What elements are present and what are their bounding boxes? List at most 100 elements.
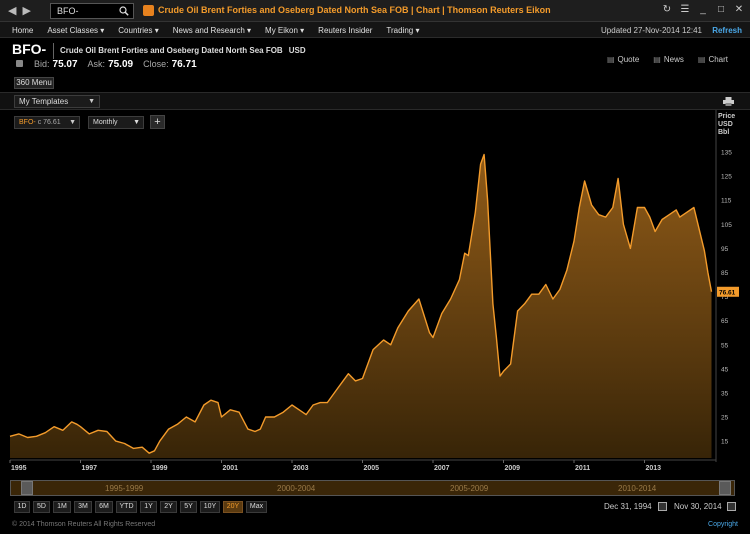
maximize-icon[interactable]: □ (716, 4, 726, 15)
range-button-20y[interactable]: 20Y (223, 501, 243, 513)
instrument-name-text: Crude Oil Brent Forties and Oseberg Date… (60, 46, 283, 55)
quote-link[interactable]: ▤ Quote (607, 55, 639, 64)
minimize-icon[interactable]: _ (698, 4, 708, 15)
back-arrow-icon[interactable]: ◀ (8, 4, 16, 18)
series-ric: BFO- (19, 119, 36, 126)
range-button-ytd[interactable]: YTD (116, 501, 137, 513)
instrument-name: Crude Oil Brent Forties and Oseberg Date… (60, 46, 306, 55)
chart-icon: ▤ (697, 55, 706, 64)
add-series-button[interactable]: + (150, 115, 165, 129)
x-tick-label: 2001 (223, 465, 239, 472)
interval-dropdown[interactable]: Monthly ▼ (88, 116, 144, 129)
interval-value: Monthly (93, 119, 118, 126)
refresh-icon[interactable]: ↻ (662, 4, 672, 15)
start-date-field[interactable]: Dec 31, 1994 (604, 501, 652, 513)
quote-icon: ▤ (606, 55, 615, 64)
menu-item-trading[interactable]: Trading ▾ (386, 26, 419, 35)
y-tick-label: 135 (721, 150, 732, 157)
y-tick-label: 25 (721, 415, 729, 422)
bid-label: Bid: (34, 59, 50, 69)
forward-arrow-icon[interactable]: ▶ (22, 4, 30, 18)
instrument-ric: BFO- (12, 41, 47, 57)
y-tick-label: 15 (721, 439, 729, 446)
calendar-icon[interactable] (727, 502, 736, 511)
close-label: Close: (143, 59, 169, 69)
range-button-1y[interactable]: 1Y (140, 501, 157, 513)
copyright-link[interactable]: Copyright (708, 521, 738, 528)
price-chart[interactable]: 1525354555657585951051151251351995 1997 19… (0, 110, 750, 480)
x-tick-label: 1997 (82, 465, 98, 472)
instrument-header: BFO- Crude Oil Brent Forties and Oseberg… (0, 38, 750, 92)
menu-icon[interactable]: ☰ (680, 4, 690, 15)
instrument-currency: USD (288, 46, 306, 55)
divider (53, 43, 54, 59)
range-button-2y[interactable]: 2Y (160, 501, 177, 513)
series-value: c 76.61 (37, 119, 61, 126)
navigator-label: 2000-2004 (277, 484, 316, 493)
menu-item-reuters-insider[interactable]: Reuters Insider (318, 26, 372, 35)
y-tick-label: 65 (721, 318, 729, 325)
chevron-down-icon: ▼ (88, 98, 95, 105)
range-button-6m[interactable]: 6M (95, 501, 113, 513)
x-tick-label: 1999 (152, 465, 168, 472)
refresh-link[interactable]: Refresh (712, 26, 742, 35)
navigator-label: 2010-2014 (618, 484, 657, 493)
range-button-max[interactable]: Max (246, 501, 267, 513)
quote-line: Bid: 75.07 Ask: 75.09 Close: 76.71 (16, 59, 204, 70)
chart-toolbar: BFO- c 76.61 ▼ Monthly ▼ + (0, 110, 715, 134)
end-date-field[interactable]: Nov 30, 2014 (674, 501, 722, 513)
news-link[interactable]: ▤ News (653, 55, 684, 64)
y-tick-label: 35 (721, 390, 729, 397)
print-icon[interactable] (723, 97, 734, 106)
close-value: 76.71 (171, 59, 197, 70)
menu-item-countries[interactable]: Countries ▾ (118, 26, 158, 35)
time-navigator[interactable]: 1995-1999 2000-2004 2005-2009 2010-2014 (10, 480, 735, 496)
range-bar: 1D 5D 1M 3M 6M YTD 1Y 2Y 5Y 10Y 20Y Max … (0, 500, 750, 514)
window-controls: ↻ ☰ _ □ ✕ (662, 4, 744, 15)
range-button-5d[interactable]: 5D (33, 501, 50, 513)
range-button-1m[interactable]: 1M (53, 501, 71, 513)
search-input-value: BFO- (57, 6, 79, 16)
menu-bar: Home Asset Classes ▾ Countries ▾ News an… (0, 22, 750, 38)
templates-dropdown-label: My Templates (19, 97, 69, 106)
chip-icon[interactable] (16, 60, 23, 67)
close-icon[interactable]: ✕ (734, 4, 744, 15)
calendar-icon[interactable] (658, 502, 667, 511)
copyright-text: © 2014 Thomson Reuters All Rights Reserv… (12, 521, 156, 528)
navigator-left-handle[interactable] (21, 481, 33, 495)
last-value-label: 76.61 (719, 289, 736, 296)
menu-360-button[interactable]: 360 Menu (14, 77, 54, 89)
app-logo-icon (143, 5, 154, 16)
range-button-3m[interactable]: 3M (74, 501, 92, 513)
navigator-right-handle[interactable] (719, 481, 731, 495)
navigator-label: 2005-2009 (450, 484, 489, 493)
news-icon: ▤ (653, 55, 661, 64)
x-tick-label: 2003 (293, 465, 309, 472)
navigator-label: 1995-1999 (105, 484, 144, 493)
menu-item-home[interactable]: Home (12, 26, 33, 35)
y-axis-label-text: Price USD Bbl (718, 113, 736, 136)
chart-layer: 1525354555657585951051151251351995 1997 19… (9, 110, 739, 472)
menu-item-my-eikon[interactable]: My Eikon ▾ (265, 26, 304, 35)
series-dropdown[interactable]: BFO- c 76.61 ▼ (14, 116, 80, 129)
chevron-down-icon: ▼ (69, 119, 76, 126)
y-axis-label: Price USD Bbl (718, 113, 738, 137)
template-bar: My Templates ▼ (0, 92, 750, 110)
range-button-1d[interactable]: 1D (14, 501, 30, 513)
x-tick-label: 2007 (434, 465, 450, 472)
y-tick-label: 85 (721, 270, 729, 277)
search-input[interactable]: BFO- (50, 3, 134, 19)
menu-item-asset-classes[interactable]: Asset Classes ▾ (47, 26, 104, 35)
templates-dropdown[interactable]: My Templates ▼ (14, 95, 100, 108)
footer: © 2014 Thomson Reuters All Rights Reserv… (0, 517, 750, 534)
header-links: ▤ Quote ▤ News ▤ Chart (607, 55, 728, 64)
search-icon[interactable] (119, 6, 129, 16)
menu-item-news-research[interactable]: News and Research ▾ (173, 26, 251, 35)
range-button-10y[interactable]: 10Y (200, 501, 220, 513)
y-tick-label: 125 (721, 174, 732, 181)
nav-arrows: ◀ ▶ (8, 4, 31, 18)
range-button-5y[interactable]: 5Y (180, 501, 197, 513)
chart-link[interactable]: ▤ Chart (698, 55, 728, 64)
bid-value: 75.07 (52, 59, 78, 70)
news-link-label: News (663, 55, 684, 64)
